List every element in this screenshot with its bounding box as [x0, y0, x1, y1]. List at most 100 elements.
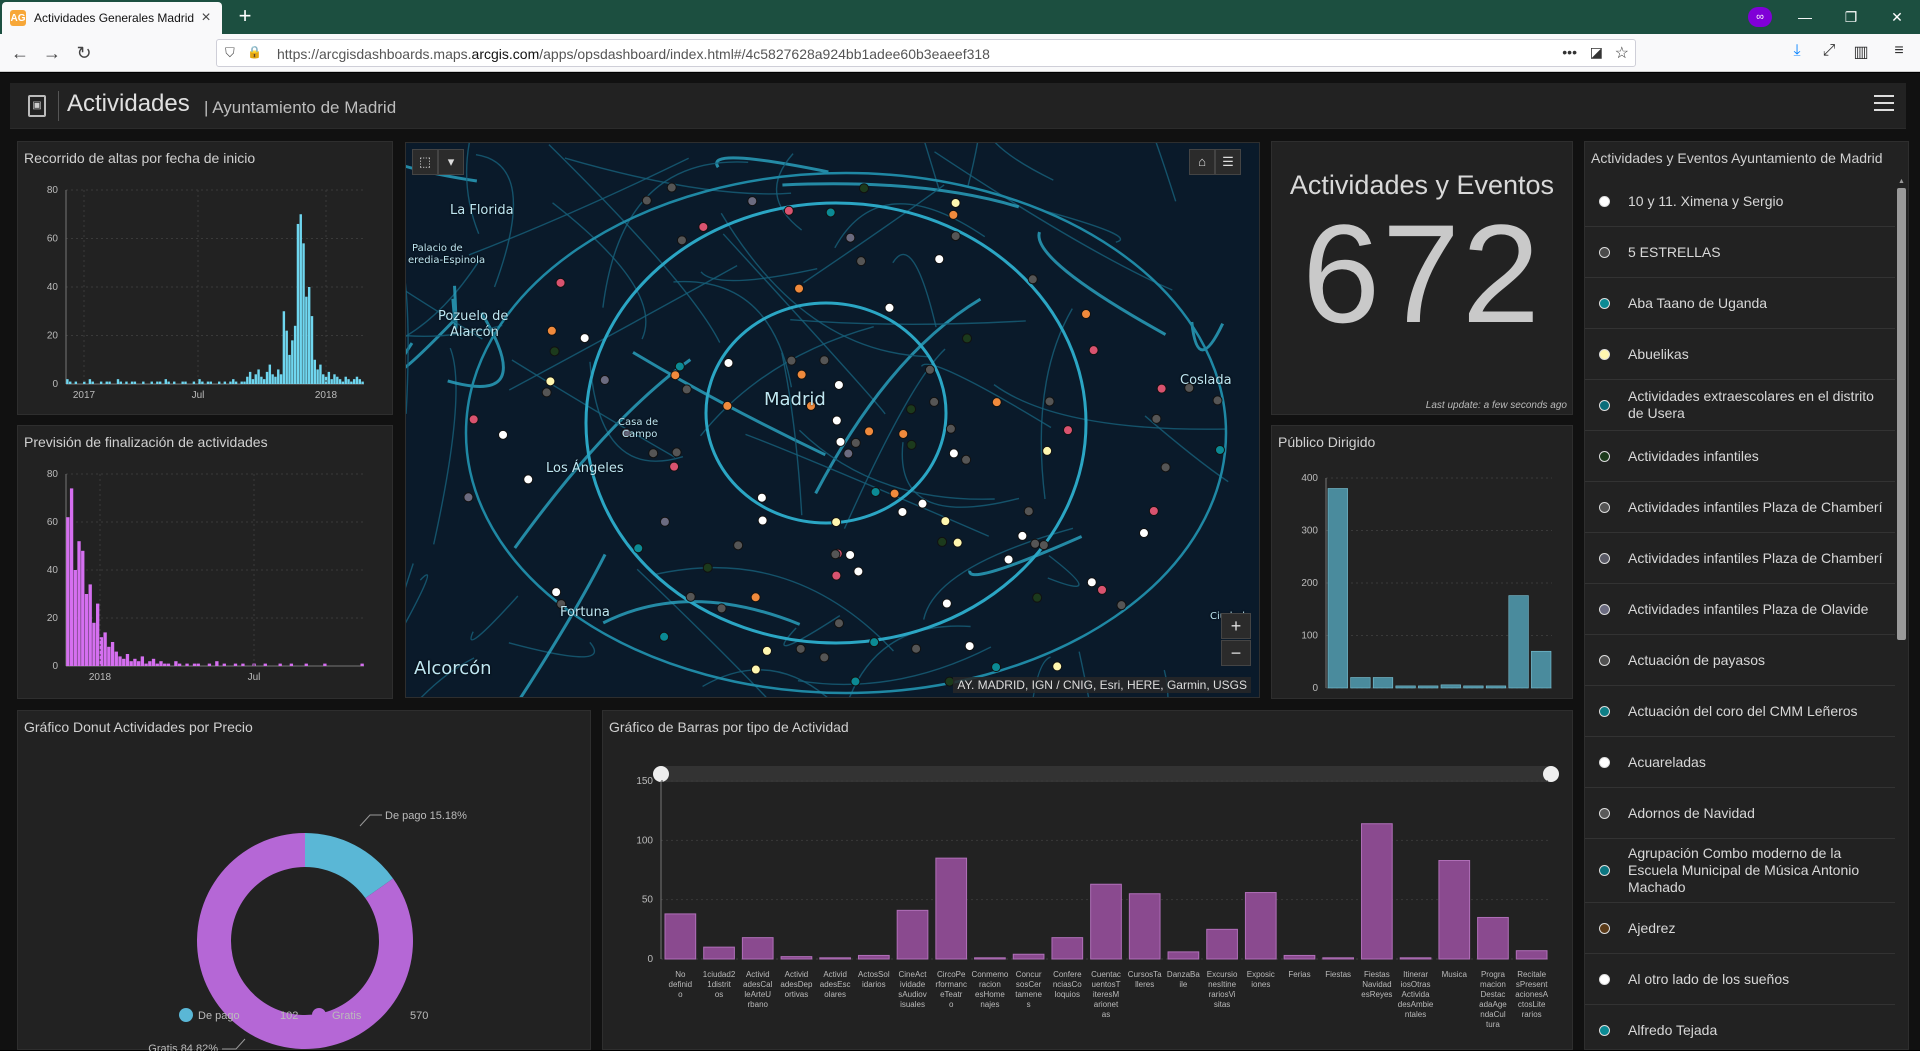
chart-bar	[234, 381, 238, 384]
browser-nav-bar: ← → ↻ ⛉ 🔒 https://arcgisdashboards.maps.…	[0, 34, 1920, 72]
map-marker	[1032, 592, 1043, 603]
back-icon[interactable]: ←	[6, 40, 34, 66]
panel-list: Actividades y Eventos Ayuntamiento de Ma…	[1584, 141, 1909, 1050]
list-item[interactable]: Actividades infantiles Plaza de Chamberí	[1585, 533, 1895, 584]
restore-icon[interactable]: ❐	[1828, 0, 1874, 34]
map[interactable]: ⬚ ▾ ⌂ ☰ La Florida Palacio de eredia-Esp…	[405, 142, 1260, 698]
map-marker	[1116, 600, 1127, 611]
list-item[interactable]: Abuelikas	[1585, 329, 1895, 380]
zoom-out-icon[interactable]: −	[1221, 640, 1251, 666]
map-marker	[733, 540, 744, 551]
chart-bar	[116, 379, 120, 384]
downloads-icon[interactable]: ⤓	[1786, 42, 1808, 60]
x-tick-label: o	[678, 990, 683, 999]
chart-bar	[81, 550, 85, 666]
browser-menu-icon[interactable]: ≡	[1888, 42, 1910, 60]
list-item[interactable]: Actuación de payasos	[1585, 635, 1895, 686]
chart-publico[interactable]: 0 100 200 300 400	[1272, 426, 1574, 700]
map-marker	[950, 231, 961, 242]
chart-bar	[1283, 954, 1316, 960]
new-tab-icon[interactable]: +	[232, 4, 258, 30]
chart-bar	[327, 371, 331, 384]
list-item-label: Actuación de payasos	[1628, 651, 1765, 668]
chart-bar	[181, 381, 184, 384]
y-tick-label: 400	[1301, 473, 1318, 484]
chart-altas[interactable]: 0 20 40 60 80 2017 Jul 2018	[18, 142, 394, 416]
x-tick-label: adesDep	[780, 980, 813, 989]
chart-bar	[289, 663, 294, 666]
zoom-in-icon[interactable]: +	[1221, 613, 1251, 639]
list-item[interactable]: Adornos de Navidad	[1585, 788, 1895, 839]
chart-bar	[159, 661, 163, 666]
list-item-dot-icon	[1599, 756, 1610, 768]
list-item[interactable]: Actividades infantiles Plaza de Olavide	[1585, 584, 1895, 635]
map-marker	[948, 448, 959, 459]
map-marker	[633, 543, 644, 554]
chart-bar	[1438, 860, 1471, 960]
list-scrollbar[interactable]	[1897, 188, 1906, 640]
y-tick-label: 0	[647, 954, 653, 965]
map-marker	[498, 429, 509, 440]
list-item[interactable]: Actuación del coro del CMM Leñeros	[1585, 686, 1895, 737]
forward-icon[interactable]: →	[38, 40, 66, 66]
page-actions-icon[interactable]: •••	[1562, 44, 1577, 60]
reload-icon[interactable]: ↻	[70, 40, 98, 66]
chart-bar	[73, 570, 77, 666]
tab-close-icon[interactable]: ×	[198, 9, 214, 27]
chart-barras[interactable]: 050100150Nodefinido1ciudad21distritosAct…	[603, 711, 1574, 1051]
list-item[interactable]: Aba Taano de Uganda	[1585, 278, 1895, 329]
x-tick-label: ile	[1179, 980, 1188, 989]
browser-tab[interactable]: AG Actividades Generales Madrid ×	[2, 2, 222, 34]
list-item[interactable]: Actividades extraescolares en el distrit…	[1585, 380, 1895, 431]
x-tick-label: Confere	[1053, 970, 1082, 979]
dropdown-chevron-icon[interactable]: ▾	[438, 149, 464, 175]
layer-list-icon[interactable]: ☰	[1215, 149, 1241, 175]
x-tick-label: racion	[979, 980, 1001, 989]
x-tick-label: olares	[824, 990, 846, 999]
chart-bar	[1206, 928, 1238, 960]
map-marker	[747, 196, 758, 207]
chart-bar	[307, 287, 311, 384]
chart-bar	[167, 381, 170, 384]
minimize-icon[interactable]: —	[1782, 0, 1828, 34]
pocket-icon[interactable]: ◪	[1590, 44, 1603, 61]
chart-donut[interactable]: De pago 15.18%Gratis 84.82%De pago 102 Gra…	[18, 711, 592, 1051]
list-item[interactable]: Ajedrez	[1585, 903, 1895, 954]
shield-icon[interactable]: ⛉	[225, 45, 235, 61]
chart-bar	[223, 381, 227, 384]
select-tool-icon[interactable]: ⬚	[412, 149, 438, 175]
list-item-label: Adornos de Navidad	[1628, 804, 1755, 821]
chart-prevision[interactable]: 0 20 40 60 80 2018 Jul	[18, 426, 394, 700]
lock-icon[interactable]: 🔒	[247, 45, 262, 59]
x-tick-label: o	[949, 1000, 954, 1009]
madrid-logo-icon: ▣	[28, 95, 46, 117]
list-item[interactable]: Actividades infantiles Plaza de Chamberí	[1585, 482, 1895, 533]
list-item[interactable]: Agrupación Combo moderno de la Escuela M…	[1585, 839, 1895, 903]
map-marker	[555, 277, 566, 288]
chart-bar	[344, 376, 347, 384]
chart-bar	[1167, 951, 1200, 960]
map-marker	[991, 662, 1002, 673]
list-item[interactable]: Alfredo Tejada	[1585, 1005, 1895, 1049]
window-close-icon[interactable]: ✕	[1874, 0, 1920, 34]
list-item[interactable]: 10 y 11. Ximena y Sergio	[1585, 176, 1895, 227]
x-tick-label: esHome	[975, 990, 1005, 999]
chart-bar	[305, 296, 308, 384]
list-item[interactable]: 5 ESTRELLAS	[1585, 227, 1895, 278]
url-text[interactable]: https://arcgisdashboards.maps.arcgis.com…	[277, 46, 990, 62]
map-marker	[924, 364, 935, 375]
fullscreen-icon[interactable]: ⤢	[1818, 42, 1840, 60]
bookmark-star-icon[interactable]: ☆	[1615, 43, 1629, 63]
list-item[interactable]: Al otro lado de los sueños	[1585, 954, 1895, 1005]
list-item[interactable]: Actividades infantiles	[1585, 431, 1895, 482]
url-bar[interactable]: ⛉ 🔒 https://arcgisdashboards.maps.arcgis…	[216, 39, 1636, 67]
hamburger-menu-icon[interactable]	[1874, 95, 1894, 113]
y-tick-label: 100	[1301, 631, 1318, 642]
chart-bar	[299, 214, 302, 384]
scroll-up-icon[interactable]: ▲	[1897, 178, 1906, 186]
home-icon[interactable]: ⌂	[1189, 149, 1215, 175]
library-icon[interactable]: ▥	[1850, 42, 1872, 62]
list-item[interactable]: Acuareladas	[1585, 737, 1895, 788]
header-divider	[58, 91, 59, 121]
map-marker	[945, 423, 956, 434]
